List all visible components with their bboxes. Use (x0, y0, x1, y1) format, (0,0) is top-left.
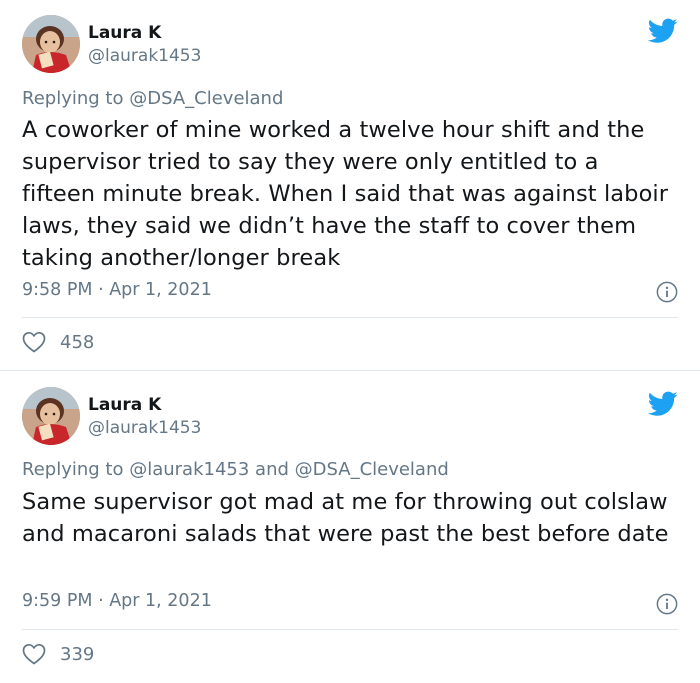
replying-to: Replying to @DSA_Cleveland (22, 88, 283, 109)
like-button[interactable]: 458 (22, 331, 94, 353)
divider (22, 317, 678, 318)
like-button[interactable]: 339 (22, 643, 94, 665)
tweet-timestamp[interactable]: 9:59 PM · Apr 1, 2021 (22, 591, 212, 611)
tweet-text: Same supervisor got mad at me for throwi… (22, 489, 669, 547)
like-count: 458 (60, 331, 95, 353)
heart-icon (22, 643, 46, 665)
author-handle[interactable]: @laurak1453 (88, 418, 201, 438)
tweet-card: Laura K @laurak1453 Replying to @DSA_Cle… (0, 0, 700, 370)
info-icon[interactable] (656, 593, 678, 615)
avatar[interactable] (22, 387, 80, 445)
tweet-card: Laura K @laurak1453 Replying to @laurak1… (0, 371, 700, 683)
author-name[interactable]: Laura K (88, 395, 161, 415)
info-icon[interactable] (656, 281, 678, 303)
reply-mention-link[interactable]: @DSA_Cleveland (129, 88, 283, 109)
divider (22, 629, 678, 630)
author-handle[interactable]: @laurak1453 (88, 46, 201, 66)
replying-to: Replying to @laurak1453 and @DSA_Clevela… (22, 459, 449, 480)
replying-label: Replying to (22, 459, 124, 480)
avatar[interactable] (22, 15, 80, 73)
replying-label: Replying to (22, 88, 124, 109)
author-name[interactable]: Laura K (88, 23, 161, 43)
heart-icon (22, 331, 46, 353)
twitter-bird-icon[interactable] (648, 391, 678, 417)
tweet-text: A coworker of mine worked a twelve hour … (22, 117, 669, 271)
like-count: 339 (60, 643, 95, 665)
reply-mention-link[interactable]: @laurak1453 and @DSA_Cleveland (129, 459, 449, 480)
tweet-timestamp[interactable]: 9:58 PM · Apr 1, 2021 (22, 280, 212, 300)
twitter-bird-icon[interactable] (648, 18, 678, 44)
